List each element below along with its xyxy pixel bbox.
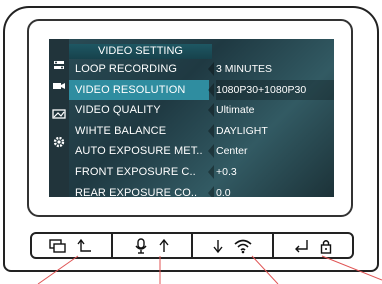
- mode-sidebar: [49, 39, 69, 197]
- video-camera-icon[interactable]: [52, 79, 66, 93]
- menu-title: VIDEO SETTING: [69, 44, 212, 59]
- setting-row-front-exposure[interactable]: FRONT EXPOSURE C.. +0.3: [69, 162, 334, 183]
- setting-value: DAYLIGHT: [216, 124, 268, 137]
- settings-icon[interactable]: [52, 59, 66, 73]
- row-separator: [208, 82, 214, 97]
- arrow-down-icon: [212, 238, 224, 254]
- lock-icon: [320, 238, 332, 254]
- enter-lock-button[interactable]: [274, 234, 353, 257]
- setting-value: Center: [216, 145, 248, 158]
- enter-icon: [294, 238, 310, 254]
- setting-label: VIDEO RESOLUTION: [69, 79, 209, 101]
- row-separator: [208, 123, 214, 138]
- wifi-icon: [234, 238, 252, 254]
- setting-label: WIHTE BALANCE: [75, 124, 167, 137]
- photo-icon[interactable]: [52, 107, 66, 121]
- row-separator: [208, 185, 214, 197]
- setting-row-video-quality[interactable]: VIDEO QUALITY Ultimate: [69, 100, 334, 121]
- setting-row-white-balance[interactable]: WIHTE BALANCE DAYLIGHT: [69, 121, 334, 142]
- hardware-button-bar: [30, 232, 354, 259]
- setting-row-loop-recording[interactable]: LOOP RECORDING 3 MINUTES: [69, 59, 334, 80]
- screen-switch-icon: [49, 238, 67, 254]
- setting-row-rear-exposure[interactable]: REAR EXPOSURE CO.. 0.0: [69, 183, 334, 197]
- setting-row-auto-exposure-metering[interactable]: AUTO EXPOSURE MET.. Center: [69, 141, 334, 162]
- setting-value: +0.3: [216, 165, 237, 178]
- setting-value: 3 MINUTES: [216, 63, 273, 75]
- mic-up-button[interactable]: [113, 234, 193, 257]
- gear-icon[interactable]: [52, 135, 66, 149]
- row-separator: [208, 144, 214, 159]
- mode-up-button[interactable]: [32, 234, 113, 257]
- setting-value: Ultimate: [216, 104, 255, 117]
- setting-label: REAR EXPOSURE CO..: [75, 186, 198, 197]
- row-separator: [208, 62, 214, 76]
- lcd-screen: VIDEO SETTING LOOP RECORDING 3 MINUTES V…: [49, 39, 334, 197]
- row-separator: [208, 164, 214, 179]
- arrow-up-turn-icon: [77, 238, 93, 254]
- settings-list: LOOP RECORDING 3 MINUTES VIDEO RESOLUTIO…: [69, 59, 334, 197]
- setting-row-video-resolution[interactable]: VIDEO RESOLUTION 1080P30+1080P30: [69, 79, 334, 101]
- setting-label: LOOP RECORDING: [75, 63, 178, 75]
- down-wifi-button[interactable]: [193, 234, 274, 257]
- setting-label: VIDEO QUALITY: [75, 104, 161, 117]
- setting-label: AUTO EXPOSURE MET..: [75, 145, 203, 158]
- row-separator: [208, 103, 214, 118]
- setting-value: 0.0: [216, 186, 231, 197]
- setting-value: 1080P30+1080P30: [216, 79, 334, 101]
- arrow-up-icon: [158, 238, 170, 254]
- microphone-icon: [134, 237, 148, 254]
- setting-label: FRONT EXPOSURE C..: [75, 165, 196, 178]
